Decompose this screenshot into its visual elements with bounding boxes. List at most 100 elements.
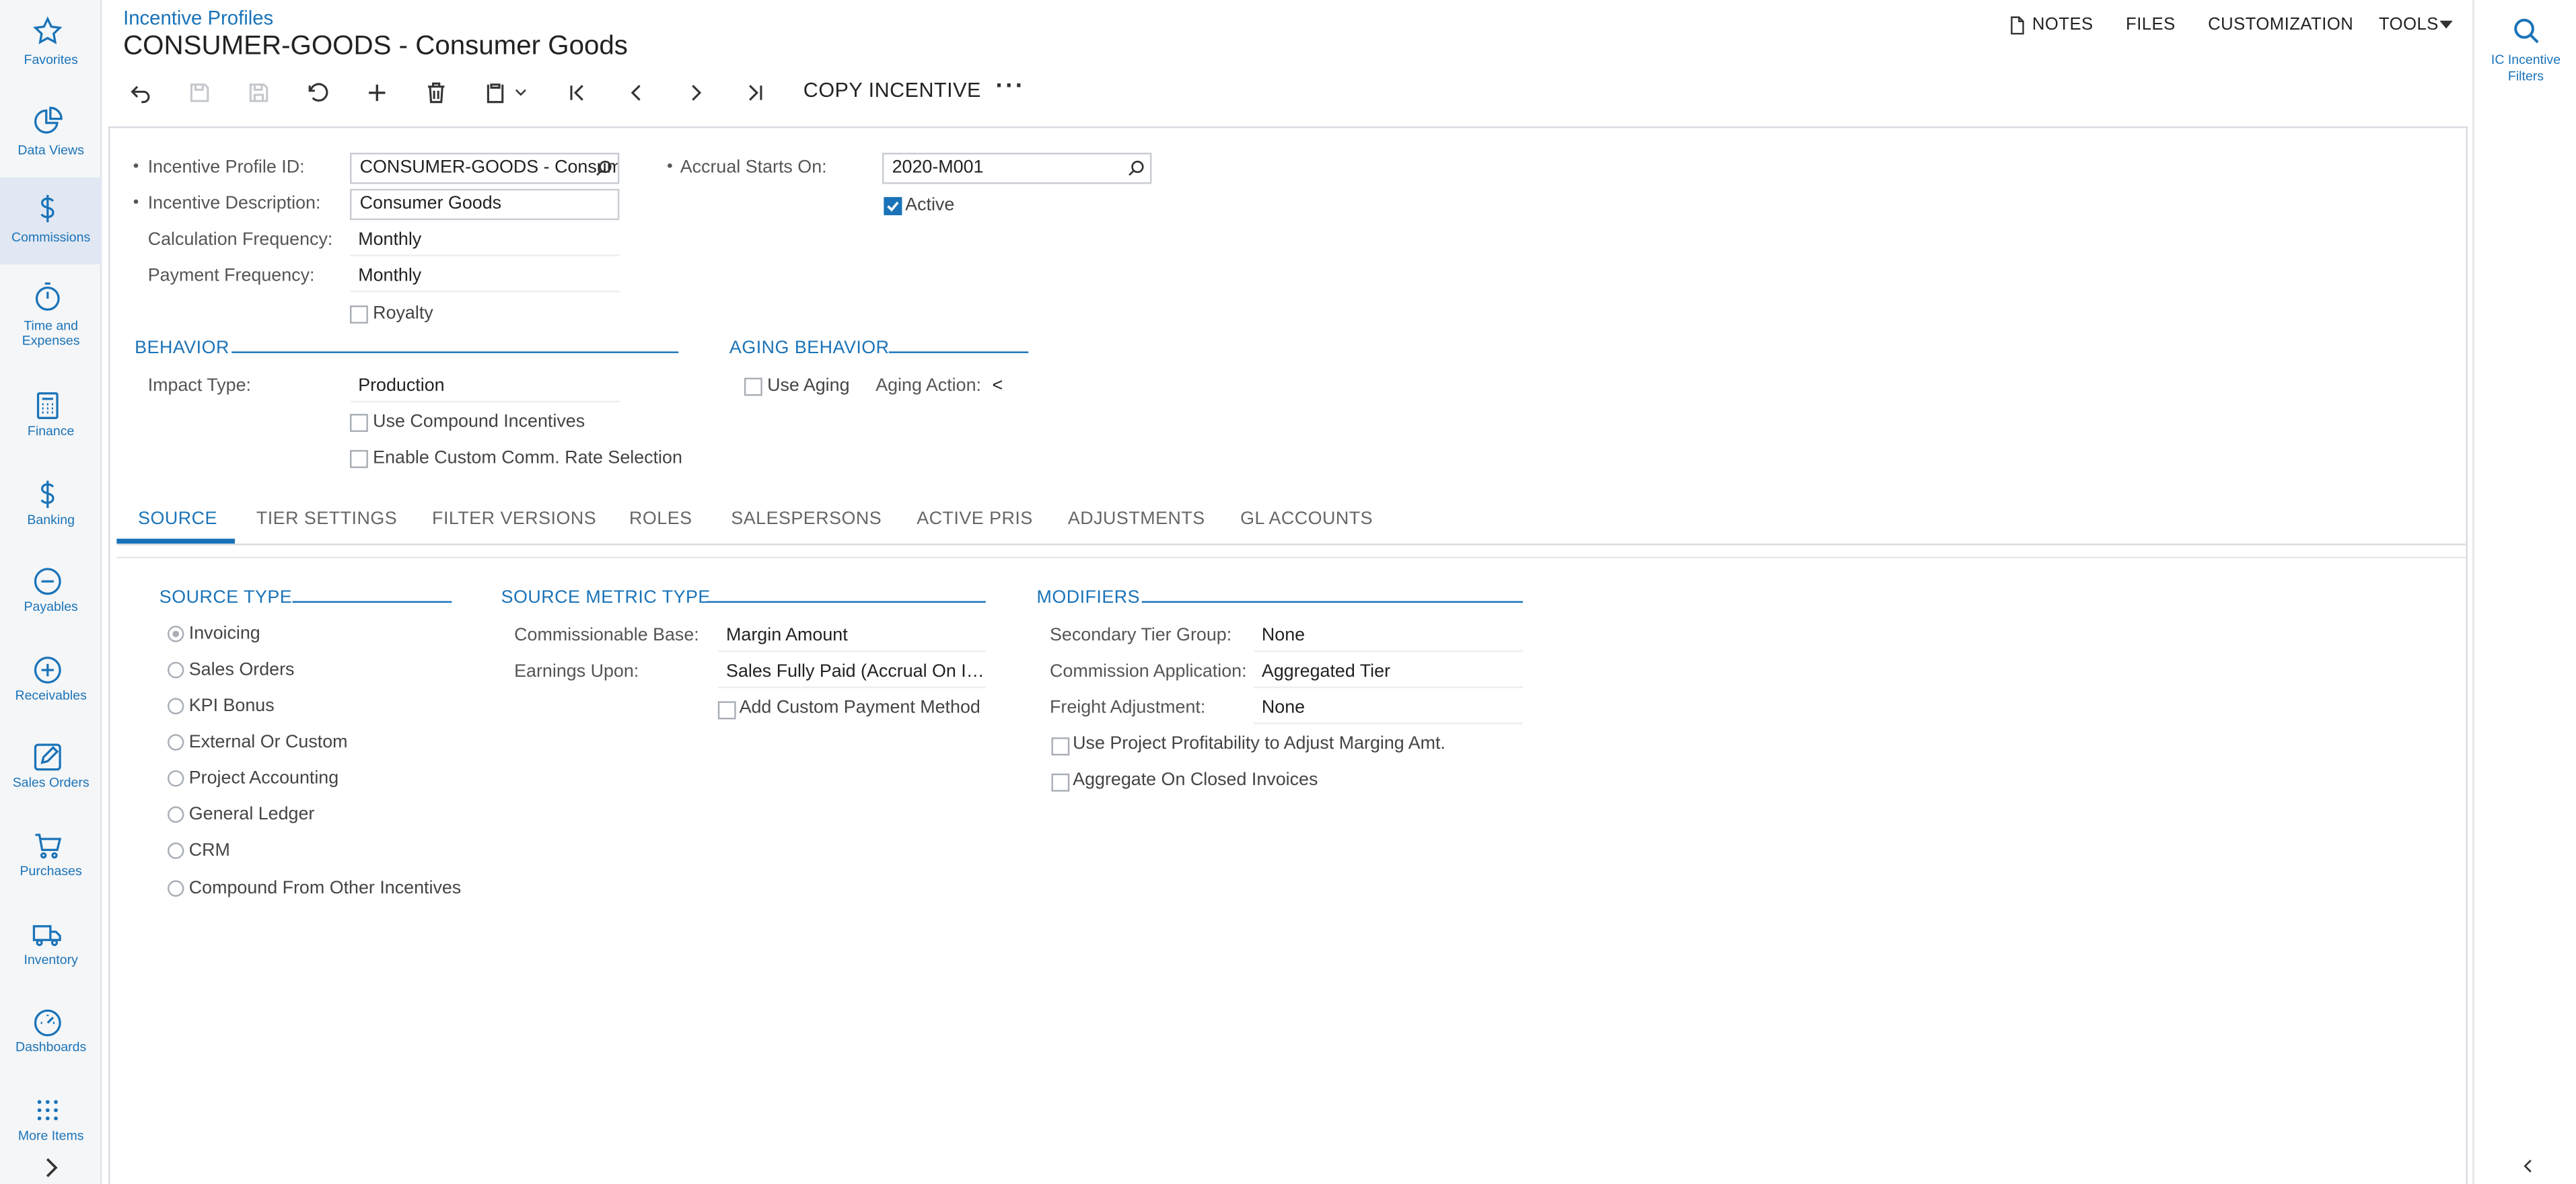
nav-item-data-views[interactable]: Data Views — [0, 90, 102, 177]
modifiers-header: MODIFIERS — [1036, 587, 1141, 608]
rotate-icon — [308, 82, 328, 101]
aging-action-label: Aging Action: — [875, 376, 981, 396]
copy-incentive-button[interactable]: COPY INCENTIVE — [803, 79, 981, 102]
source-type-radio-sales-orders[interactable] — [168, 661, 184, 679]
save-button[interactable] — [240, 74, 276, 110]
nav-item-time-and-expenses[interactable]: Time and Expenses — [0, 266, 102, 353]
plus-circle-icon — [34, 657, 61, 683]
source-type-option: Invoicing — [188, 624, 260, 644]
tab-gl-accounts[interactable]: GL ACCOUNTS — [1240, 509, 1373, 529]
last-icon — [748, 83, 762, 100]
accrual-starts-field[interactable]: 2020-M001 — [882, 153, 1152, 184]
nav-item-dashboards[interactable]: Dashboards — [0, 990, 102, 1077]
nav-item-banking[interactable]: Banking — [0, 463, 102, 550]
document-icon — [2011, 16, 2024, 35]
aging-action-value[interactable]: < — [993, 376, 1003, 396]
tab-divider — [116, 544, 2466, 546]
breadcrumb[interactable]: Incentive Profiles — [123, 7, 273, 30]
nav-item-favorites[interactable]: Favorites — [0, 0, 102, 87]
source-type-radio-project-accounting[interactable] — [168, 770, 184, 787]
tab-salespersons[interactable]: SALESPERSONS — [731, 509, 882, 529]
stopwatch-icon — [35, 282, 60, 311]
impact-type-label: Impact Type: — [147, 376, 251, 396]
secondary-tier-select[interactable]: None — [1253, 621, 1524, 653]
nav-item-sales-orders[interactable]: Sales Orders — [0, 726, 102, 813]
save-and-close-button[interactable] — [181, 74, 217, 110]
tab-active-pris[interactable]: ACTIVE PRIS — [917, 509, 1033, 529]
use-aging-checkbox[interactable] — [744, 377, 762, 396]
required-marker: • — [667, 157, 673, 176]
first-record-button[interactable] — [559, 74, 595, 110]
nav-item-commissions[interactable]: Commissions — [0, 177, 102, 265]
nav-item-finance[interactable]: Finance — [0, 375, 102, 461]
nav-item-payables[interactable]: Payables — [0, 550, 102, 637]
add-custom-payment-checkbox[interactable] — [717, 701, 736, 720]
profile-id-field[interactable]: CONSUMER-GOODS - Consumer Goods — [349, 153, 620, 184]
pay-frequency-select[interactable]: Monthly — [349, 261, 620, 293]
right-filter-panel: IC Incentive Filters — [2472, 0, 2576, 1184]
add-button[interactable] — [358, 74, 394, 110]
search-icon[interactable] — [2512, 16, 2542, 46]
cart-icon — [35, 834, 62, 859]
source-type-radio-external[interactable] — [168, 734, 184, 751]
customization-link[interactable]: CUSTOMIZATION — [2208, 15, 2353, 34]
nav-item-receivables[interactable]: Receivables — [0, 639, 102, 726]
freight-adjustment-select[interactable]: None — [1253, 693, 1524, 725]
delete-button[interactable] — [417, 74, 454, 110]
last-record-button[interactable] — [736, 74, 773, 110]
nav-label: Favorites — [24, 52, 78, 68]
nav-label: Inventory — [24, 952, 78, 967]
enable-custom-rate-checkbox[interactable] — [349, 449, 368, 468]
notes-link[interactable]: NOTES — [2032, 15, 2094, 34]
next-record-button[interactable] — [677, 74, 713, 110]
source-type-radio-invoicing[interactable] — [168, 626, 184, 642]
use-project-profitability-label: Use Project Profitability to Adjust Marg… — [1073, 734, 1445, 754]
source-type-radio-kpi-bonus[interactable] — [168, 698, 184, 714]
chevron-left-icon[interactable] — [2519, 1156, 2538, 1176]
tab-source[interactable]: SOURCE — [138, 509, 217, 529]
more-actions-button[interactable]: ··· — [995, 72, 1025, 100]
source-type-radio-compound[interactable] — [168, 880, 184, 897]
calc-frequency-select[interactable]: Monthly — [349, 225, 620, 256]
commission-application-select[interactable]: Aggregated Tier — [1253, 657, 1524, 688]
clipboard-button[interactable] — [476, 74, 513, 110]
source-type-radio-general-ledger[interactable] — [168, 806, 184, 823]
commissionable-base-select[interactable]: Margin Amount — [717, 621, 986, 653]
previous-record-button[interactable] — [618, 74, 654, 110]
tab-tier-settings[interactable]: TIER SETTINGS — [256, 509, 397, 529]
files-link[interactable]: FILES — [2126, 15, 2176, 34]
tab-adjustments[interactable]: ADJUSTMENTS — [1068, 509, 1205, 529]
use-project-profitability-checkbox[interactable] — [1051, 737, 1070, 755]
description-field[interactable]: Consumer Goods — [349, 188, 620, 221]
chevron-right-icon — [691, 83, 701, 100]
impact-type-select[interactable]: Production — [349, 371, 620, 403]
nav-item-inventory[interactable]: Inventory — [0, 903, 102, 990]
chevron-right-icon[interactable] — [36, 1153, 66, 1183]
secondary-tier-label: Secondary Tier Group: — [1049, 626, 1232, 646]
ic-incentive-filters-label[interactable]: IC Incentive Filters — [2474, 52, 2576, 85]
tab-filter-versions[interactable]: FILTER VERSIONS — [432, 509, 596, 529]
calc-frequency-label: Calculation Frequency: — [147, 229, 333, 250]
royalty-checkbox[interactable] — [349, 305, 368, 324]
aggregate-closed-invoices-checkbox[interactable] — [1051, 773, 1070, 792]
source-type-option: External Or Custom — [188, 732, 348, 753]
profile-id-label: Incentive Profile ID: — [147, 157, 305, 178]
source-type-radio-crm[interactable] — [168, 842, 184, 859]
search-icon[interactable] — [1127, 159, 1145, 178]
clipboard-dropdown[interactable] — [509, 74, 532, 110]
nav-item-purchases[interactable]: Purchases — [0, 815, 102, 901]
active-checkbox[interactable] — [884, 196, 902, 215]
tab-roles[interactable]: ROLES — [629, 509, 692, 529]
commission-application-label: Commission Application: — [1049, 661, 1247, 682]
search-icon[interactable] — [595, 159, 613, 178]
cancel-button[interactable] — [299, 74, 335, 110]
earnings-upon-select[interactable]: Sales Fully Paid (Accrual On Invoice) — [717, 657, 986, 688]
nav-label: Finance — [27, 423, 75, 439]
plus-icon — [367, 83, 385, 100]
nav-label: Time and Expenses — [22, 318, 80, 348]
use-compound-checkbox[interactable] — [349, 414, 368, 433]
first-icon — [569, 83, 583, 100]
section-divider — [706, 601, 986, 603]
tools-menu[interactable]: TOOLS — [2379, 15, 2439, 34]
undo-back-button[interactable] — [122, 74, 158, 110]
